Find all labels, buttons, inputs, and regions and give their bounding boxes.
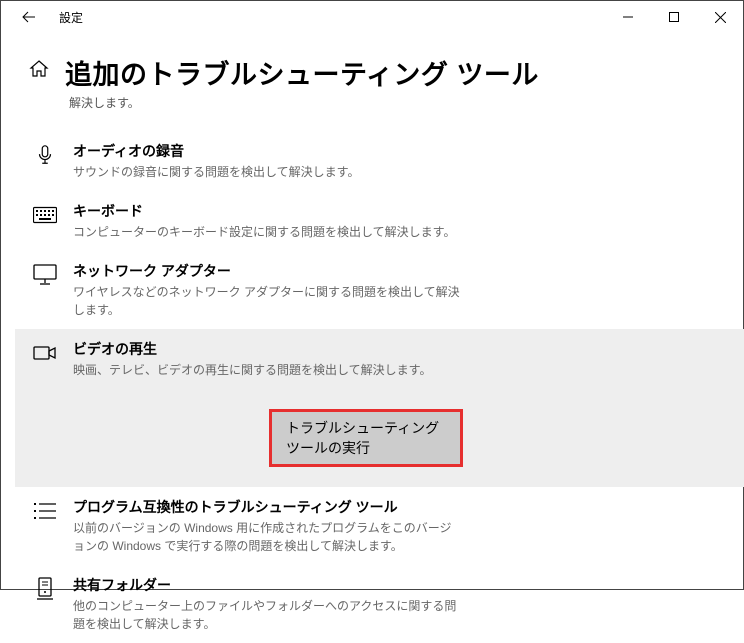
minimize-button[interactable] [605, 1, 651, 33]
troubleshooter-item-keyboard[interactable]: キーボード コンピューターのキーボード設定に関する問題を検出して解決します。 [29, 191, 715, 251]
page-subtitle: 解決します。 [69, 94, 715, 111]
content-area: 追加のトラブルシューティング ツール 解決します。 オーディオの録音 サウンドの… [1, 33, 743, 643]
item-title: オーディオの録音 [73, 141, 463, 161]
keyboard-icon [33, 203, 57, 227]
maximize-icon [669, 12, 679, 22]
item-title: キーボード [73, 201, 463, 221]
troubleshooter-item-network-adapter[interactable]: ネットワーク アダプター ワイヤレスなどのネットワーク アダプターに関する問題を… [29, 251, 715, 329]
close-button[interactable] [697, 1, 743, 33]
window-controls [605, 1, 743, 33]
page-title: 追加のトラブルシューティング ツール [65, 53, 539, 92]
list-icon [33, 499, 57, 523]
video-camera-icon [33, 341, 57, 365]
monitor-icon [33, 263, 57, 287]
minimize-icon [623, 12, 633, 22]
item-title: プログラム互換性のトラブルシューティング ツール [73, 497, 463, 517]
microphone-icon [33, 143, 57, 167]
window-title: 設定 [59, 9, 83, 26]
item-desc: 以前のバージョンの Windows 用に作成されたプログラムをこのバージョンの … [73, 519, 463, 555]
arrow-left-icon [22, 10, 36, 24]
close-icon [715, 12, 726, 23]
back-button[interactable] [15, 3, 43, 31]
item-title: 共有フォルダー [73, 575, 463, 595]
troubleshooter-item-program-compatibility[interactable]: プログラム互換性のトラブルシューティング ツール 以前のバージョンの Windo… [29, 487, 715, 565]
server-icon [33, 577, 57, 601]
item-title: ネットワーク アダプター [73, 261, 463, 281]
maximize-button[interactable] [651, 1, 697, 33]
item-desc: ワイヤレスなどのネットワーク アダプターに関する問題を検出して解決します。 [73, 283, 463, 319]
troubleshooter-item-shared-folders[interactable]: 共有フォルダー 他のコンピューター上のファイルやフォルダーへのアクセスに関する問… [29, 565, 715, 643]
item-desc: サウンドの録音に関する問題を検出して解決します。 [73, 163, 463, 181]
page-header: 追加のトラブルシューティング ツール [29, 53, 715, 92]
item-desc: 他のコンピューター上のファイルやフォルダーへのアクセスに関する問題を検出して解決… [73, 597, 463, 633]
troubleshooter-item-audio-recording[interactable]: オーディオの録音 サウンドの録音に関する問題を検出して解決します。 [29, 131, 715, 191]
run-troubleshooter-button[interactable]: トラブルシューティング ツールの実行 [269, 409, 463, 467]
home-icon[interactable] [29, 59, 49, 84]
troubleshooter-item-video-playback[interactable]: ビデオの再生 映画、テレビ、ビデオの再生に関する問題を検出して解決します。 トラ… [15, 329, 744, 487]
item-title: ビデオの再生 [73, 339, 463, 359]
item-desc: 映画、テレビ、ビデオの再生に関する問題を検出して解決します。 [73, 361, 463, 379]
item-desc: コンピューターのキーボード設定に関する問題を検出して解決します。 [73, 223, 463, 241]
titlebar: 設定 [1, 1, 743, 33]
